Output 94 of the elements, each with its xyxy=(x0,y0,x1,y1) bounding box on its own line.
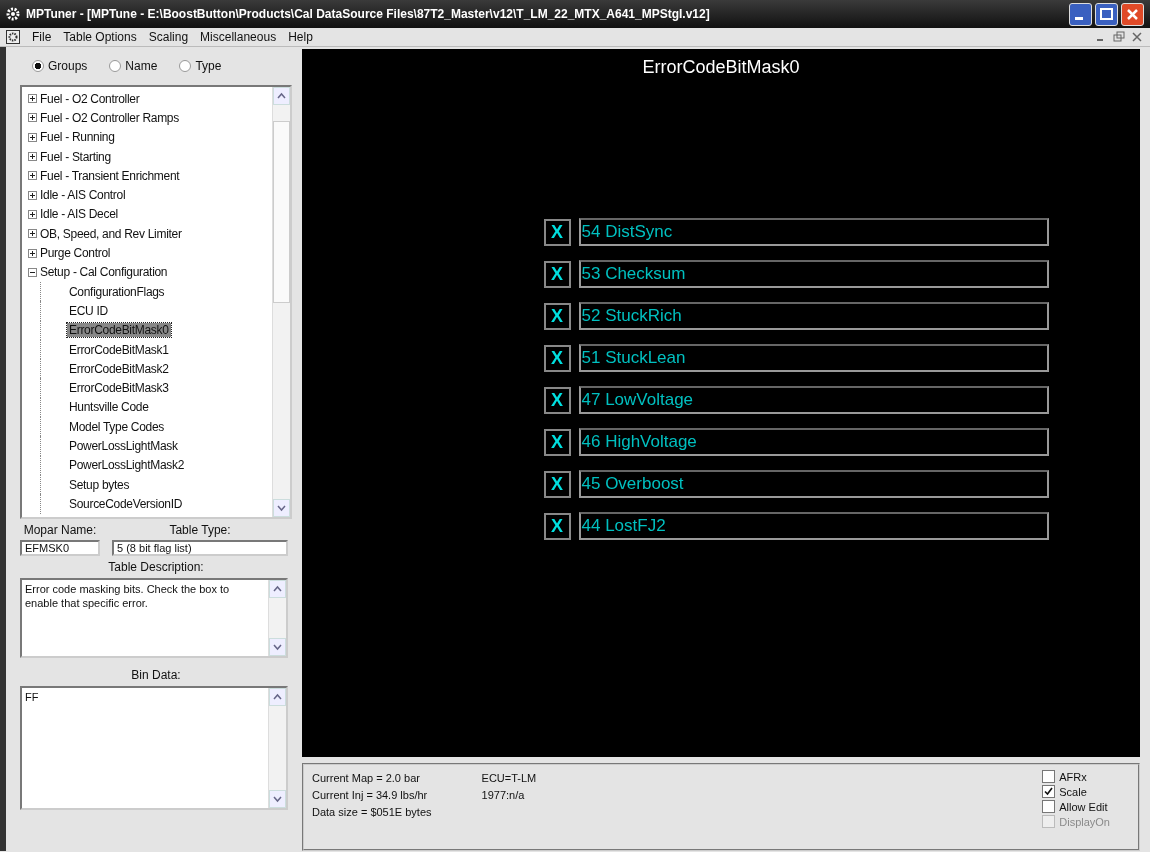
checkbox[interactable] xyxy=(1042,800,1056,814)
scrollbar[interactable] xyxy=(272,87,290,517)
flag-label: 52 StuckRich xyxy=(578,302,1049,330)
tree-item[interactable]: Setup bytes xyxy=(67,477,132,492)
scroll-up-button[interactable] xyxy=(269,580,286,598)
field-label: Bin Data: xyxy=(130,668,182,682)
checkbox[interactable] xyxy=(1042,785,1056,799)
scroll-up-button[interactable] xyxy=(273,87,290,105)
tree-item[interactable]: Fuel - O2 Controller xyxy=(28,89,272,109)
checkbox[interactable]: X xyxy=(543,512,571,540)
tree-item[interactable]: ErrorCodeBitMask0 xyxy=(67,323,171,338)
scroll-down-button[interactable] xyxy=(273,499,290,517)
scroll-up-button[interactable] xyxy=(269,688,286,706)
menu-item[interactable]: Scaling xyxy=(148,30,189,44)
expand-icon[interactable] xyxy=(28,132,37,142)
flag-label: 53 Checksum xyxy=(578,260,1049,288)
input-field[interactable]: 5 (8 bit flag list) xyxy=(112,540,288,556)
tree-item[interactable]: PowerLossLightMask xyxy=(67,439,180,453)
scroll-down-button[interactable] xyxy=(269,790,286,808)
expand-icon[interactable] xyxy=(28,152,37,162)
tree-item[interactable]: Fuel - Starting xyxy=(28,146,272,167)
expand-icon[interactable] xyxy=(28,209,37,219)
checkbox[interactable]: X xyxy=(543,428,571,456)
restore-button[interactable] xyxy=(1112,30,1126,44)
menu-item[interactable]: File xyxy=(32,30,52,44)
text-area[interactable]: FF xyxy=(20,686,288,810)
tree-item[interactable]: OB, Speed, and Rev Limiter xyxy=(28,224,272,244)
tree-item[interactable]: Fuel - Running xyxy=(28,127,272,147)
flag-label: 45 Overboost xyxy=(578,470,1049,498)
menu-item[interactable]: Table Options xyxy=(63,30,137,44)
tree-item[interactable]: Model Type Codes xyxy=(67,419,167,434)
status-text: Current Inj = 34.9 lbs/hr xyxy=(312,788,429,804)
expand-icon[interactable] xyxy=(28,248,37,258)
checkbox[interactable]: X xyxy=(543,260,571,288)
minimize-button[interactable] xyxy=(1069,2,1092,26)
tree-item[interactable]: Huntsville Code xyxy=(67,400,151,415)
gear-icon xyxy=(6,7,20,21)
tree-item[interactable]: Fuel - O2 Controller Ramps xyxy=(28,108,272,128)
status-text: Current Map = 2.0 bar xyxy=(312,771,421,787)
tree-item[interactable]: ErrorCodeBitMask2 xyxy=(67,361,171,376)
tree-item[interactable]: Setup - Cal Configuration xyxy=(28,262,272,282)
status-text: ECU=T-LM xyxy=(481,771,537,787)
scroll-down-button[interactable] xyxy=(269,638,286,656)
status-text: 1977:n/a xyxy=(481,788,526,804)
collapse-icon[interactable] xyxy=(28,267,37,277)
expand-icon[interactable] xyxy=(28,113,37,123)
checkbox[interactable]: X xyxy=(543,218,571,246)
flag-label: 47 LowVoltage xyxy=(578,386,1049,414)
checkbox[interactable]: X xyxy=(543,302,571,330)
expand-icon[interactable] xyxy=(28,229,37,239)
flag-label: 54 DistSync xyxy=(578,218,1049,246)
window-title: MPTuner - [MPTune - E:\BoostButton\Products\Cal DataSource Files\87T2_Master\v12\T_LM_22_MTX_A641_MPStgI.v12] xyxy=(26,7,711,21)
tree-item[interactable]: Purge Control xyxy=(28,243,272,263)
tree-item[interactable]: ECU ID xyxy=(67,303,110,318)
maximize-button[interactable] xyxy=(1095,2,1118,26)
checkbox-label: AFRx xyxy=(1059,770,1087,783)
radio-label[interactable]: Type xyxy=(195,59,222,73)
field-label: Table Type: xyxy=(168,523,232,537)
expand-icon[interactable] xyxy=(28,94,37,104)
flag-label: 46 HighVoltage xyxy=(578,428,1049,456)
checkbox[interactable] xyxy=(1042,770,1056,784)
flag-label: 44 LostFJ2 xyxy=(578,512,1049,540)
flag-label: 51 StuckLean xyxy=(578,344,1049,372)
tree-item[interactable]: PowerLossLightMask2 xyxy=(67,458,187,473)
text-area[interactable]: Error code masking bits. Check the box to enable that specific error. xyxy=(20,578,288,658)
tree-item[interactable]: SourceCodeVersionID xyxy=(67,496,185,511)
field-label: Mopar Name: xyxy=(22,523,98,537)
radio-button[interactable] xyxy=(179,60,192,72)
radio-button[interactable] xyxy=(109,60,122,72)
radio-button[interactable] xyxy=(32,60,44,72)
expand-icon[interactable] xyxy=(28,171,37,181)
tree-item[interactable]: ConfigurationFlags xyxy=(67,284,167,299)
checkbox[interactable]: X xyxy=(543,386,571,414)
checkbox-label: Allow Edit xyxy=(1059,800,1108,813)
menu-item[interactable]: Miscellaneous xyxy=(200,30,277,44)
tree-item[interactable]: Idle - AIS Control xyxy=(28,185,272,205)
field-label: Table Description: xyxy=(107,560,205,574)
expand-icon[interactable] xyxy=(28,190,37,200)
tree-item[interactable]: ErrorCodeBitMask1 xyxy=(67,342,171,357)
checkbox-label: Scale xyxy=(1059,785,1087,798)
checkbox[interactable]: X xyxy=(543,344,571,372)
tree-item[interactable]: ErrorCodeBitMask3 xyxy=(67,381,171,396)
input-field[interactable]: EFMSK0 xyxy=(20,540,100,556)
gear-icon xyxy=(6,30,20,44)
menu-item[interactable]: Help xyxy=(288,30,313,44)
status-text: Data size = $051E bytes xyxy=(312,805,432,821)
radio-label[interactable]: Groups xyxy=(48,59,88,73)
table-title: ErrorCodeBitMask0 xyxy=(642,57,800,78)
tree-item[interactable]: Fuel - Transient Enrichment xyxy=(28,166,272,186)
close-button[interactable] xyxy=(1121,2,1144,26)
radio-label[interactable]: Name xyxy=(125,59,158,73)
checkbox[interactable]: X xyxy=(543,470,571,498)
tree-item[interactable]: Idle - AIS Decel xyxy=(28,204,272,225)
checkbox-label: DisplayOn xyxy=(1059,815,1110,828)
